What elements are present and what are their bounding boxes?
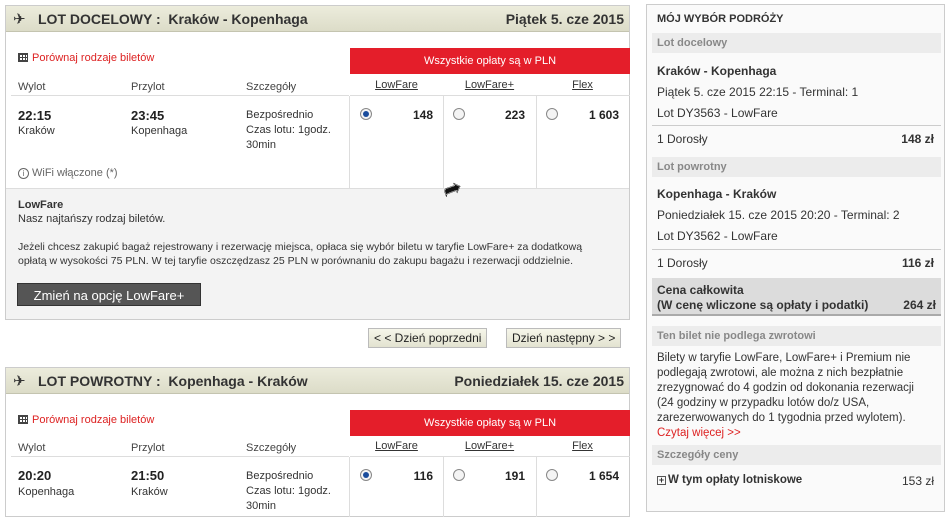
column-divider [536,457,537,517]
plane-icon: ✈ [13,373,26,390]
plane-icon: ✈ [13,11,26,28]
column-divider [536,96,537,188]
fare-radio-lowfare-plus[interactable] [453,469,465,481]
outbound-datetime: Piątek 5. cze 2015 22:15 - Terminal: 1 [657,85,859,99]
price-lowfare-plus: 191 [504,469,525,483]
fare-header-lowfare-plus[interactable]: LowFare+ [443,440,536,452]
column-divider [349,457,350,517]
upgrade-fare-button[interactable]: Zmień na opcję LowFare+ [17,283,201,306]
return-flight-panel: ✈ LOT POWROTNY : Kopenhaga - Kraków Poni… [5,367,630,517]
outbound-passengers: 1 Dorosły [657,132,708,146]
price-flex: 1 654 [588,469,619,483]
return-section-header: Lot powrotny [652,157,941,177]
return-date: Poniedziałek 15. cze 2015 [454,373,624,389]
summary-title: MÓJ WYBÓR PODRÓŻY [657,13,784,25]
col-details: Szczegóły [246,81,297,93]
fare-info-text: Jeżeli chcesz zakupić bagaż rejestrowany… [18,241,583,253]
outbound-title: LOT DOCELOWY : Kraków - Kopenhaga [38,11,308,27]
fare-header-lowfare[interactable]: LowFare [350,79,443,91]
table-icon [18,415,28,424]
info-icon: i [18,168,29,179]
column-divider [349,96,350,188]
trip-summary-sidebar: MÓJ WYBÓR PODRÓŻY Lot docelowy Kraków - … [646,4,945,512]
price-details-section-header: Szczegóły ceny [652,445,941,465]
arrival-time: 21:50 [131,468,165,483]
next-day-button[interactable]: Dzień następny > > [506,328,622,348]
outbound-price: 148 zł [901,132,934,146]
fare-info-title: LowFare [18,199,64,211]
outbound-date: Piątek 5. cze 2015 [505,11,624,27]
return-price: 116 zł [901,256,934,270]
fare-header-flex[interactable]: Flex [536,79,629,91]
total-price-box: Cena całkowita (W cenę wliczone są opłat… [652,278,941,316]
fare-header-flex[interactable]: Flex [536,440,629,452]
divider [652,249,941,250]
outbound-flight-number: Lot DY3563 - LowFare [657,106,778,120]
flight-details: Bezpośrednio Czas lotu: 1godz. 30min [246,470,331,512]
price-lowfare-plus: 223 [504,108,525,122]
expand-plus-icon[interactable]: + [657,476,666,485]
flight-details: Bezpośrednio Czas lotu: 1godz. 30min [246,109,331,151]
departure-time: 22:15 [18,108,52,123]
airport-fees-amount: 153 zł [901,474,934,488]
fare-radio-lowfare[interactable] [360,108,372,120]
fare-info-subtitle: Nasz najtańszy rodzaj biletów. [18,213,166,225]
previous-day-button[interactable]: < < Dzień poprzedni [368,328,488,348]
departure-city: Kopenhaga [18,486,75,498]
price-lowfare: 116 [413,469,433,483]
row-divider [11,456,349,457]
wifi-info: i WiFi włączone (*) [18,167,118,179]
compare-fares-link[interactable]: Porównaj rodzaje biletów [18,52,154,64]
divider [652,125,941,126]
refund-text: Bilety w taryfie LowFare, LowFare+ i Pre… [657,352,914,441]
return-flight-number: Lot DY3562 - LowFare [657,229,778,243]
outbound-flight-panel: ✈ LOT DOCELOWY : Kraków - Kopenhaga Piąt… [5,5,630,320]
departure-time: 20:20 [18,468,52,483]
total-price: 264 zł [903,298,936,312]
fare-info-text: opłatą w wysokości 75 PLN. W tej taryfie… [18,255,574,267]
fees-banner: Wszystkie opłaty są w PLN [350,48,630,74]
fees-banner: Wszystkie opłaty są w PLN [350,410,630,436]
refund-section-header: Ten bilet nie podlega zwrotowi [652,326,941,346]
departure-city: Kraków [18,125,55,137]
column-divider [443,96,444,188]
price-flex: 1 603 [588,108,619,122]
fare-radio-flex[interactable] [546,108,558,120]
return-datetime: Poniedziałek 15. cze 2015 20:20 - Termin… [657,208,900,222]
read-more-link[interactable]: Czytaj więcej >> [657,426,914,441]
total-label: Cena całkowita [657,283,744,297]
outbound-route: Kraków - Kopenhaga [657,64,777,78]
fare-info-box: LowFare Nasz najtańszy rodzaj biletów. J… [6,188,629,319]
outbound-section-header: Lot docelowy [652,33,941,53]
col-departure: Wylot [18,442,46,454]
return-title: LOT POWROTNY : Kopenhaga - Kraków [38,373,308,389]
col-details: Szczegóły [246,442,297,454]
return-route: Kopenhaga - Kraków [657,187,777,201]
fare-radio-flex[interactable] [546,469,558,481]
row-divider [11,95,349,96]
fare-header-lowfare-plus[interactable]: LowFare+ [443,79,536,91]
outbound-header: ✈ LOT DOCELOWY : Kraków - Kopenhaga Piąt… [6,6,629,32]
row-divider [350,95,630,96]
return-header: ✈ LOT POWROTNY : Kopenhaga - Kraków Poni… [6,368,629,394]
table-icon [18,53,28,62]
compare-fares-link[interactable]: Porównaj rodzaje biletów [18,414,154,426]
total-sublabel: (W cenę wliczone są opłaty i podatki) [657,298,869,312]
arrival-time: 23:45 [131,108,165,123]
col-departure: Wylot [18,81,46,93]
fare-radio-lowfare-plus[interactable] [453,108,465,120]
arrival-city: Kopenhaga [131,125,188,137]
row-divider [350,456,630,457]
col-arrival: Przylot [131,442,165,454]
return-passengers: 1 Dorosły [657,256,708,270]
airport-fees-toggle[interactable]: + W tym opłaty lotniskowe [657,474,802,486]
price-lowfare: 148 [412,108,433,122]
fare-header-lowfare[interactable]: LowFare [350,440,443,452]
fare-radio-lowfare[interactable] [360,469,372,481]
col-arrival: Przylot [131,81,165,93]
arrival-city: Kraków [131,486,168,498]
column-divider [443,457,444,517]
